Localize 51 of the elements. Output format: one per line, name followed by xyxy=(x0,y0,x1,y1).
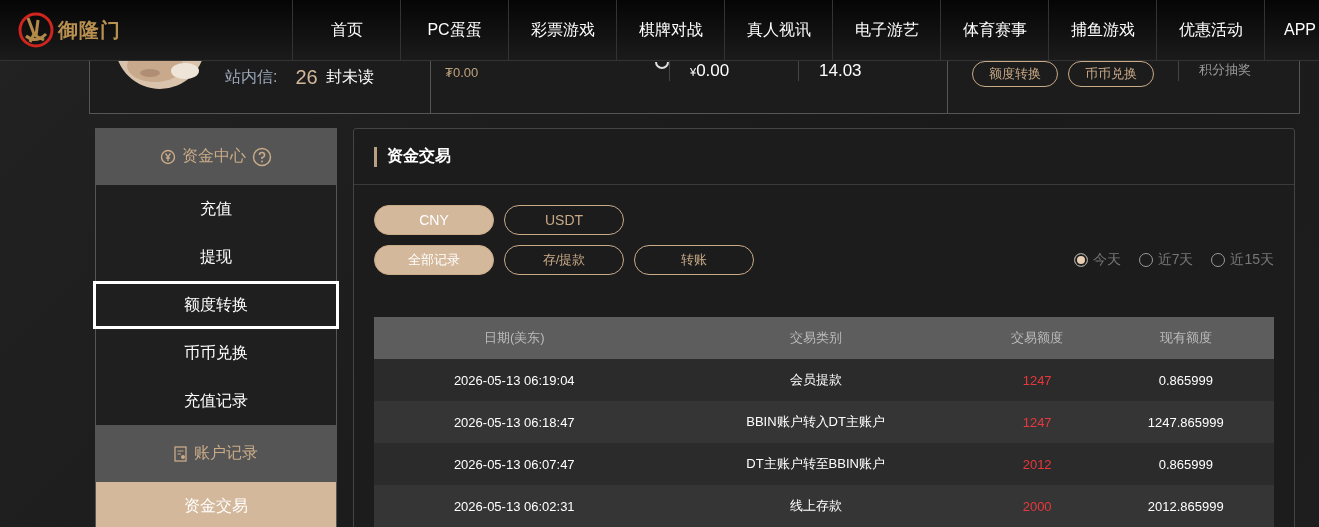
column-header: 交易类别 xyxy=(654,317,977,359)
sidebar-item[interactable]: 额度转换 xyxy=(93,281,339,329)
nav-link[interactable]: PC蛋蛋 xyxy=(400,0,508,60)
cny-balance: ¥0.00 xyxy=(690,61,730,80)
section-title: 账户记录 xyxy=(194,443,258,463)
points-value: 14.03 xyxy=(819,61,862,80)
help-icon[interactable] xyxy=(252,146,272,167)
unread-label: 封未读 xyxy=(325,67,374,87)
column-header: 现有额度 xyxy=(1097,317,1274,359)
refresh-icon[interactable] xyxy=(655,61,669,69)
period-label: 近15天 xyxy=(1230,251,1274,269)
nav-link[interactable]: 首页 xyxy=(292,0,400,60)
column-header: 日期(美东) xyxy=(374,317,655,359)
table-cell: 1247 xyxy=(976,359,1098,401)
table-cell: 2026-05-13 06:19:04 xyxy=(374,359,655,401)
nav-link[interactable]: 捕鱼游戏 xyxy=(1048,0,1156,60)
table-cell: 2026-05-13 06:07:47 xyxy=(374,443,655,485)
table-cell: 会员提款 xyxy=(654,359,977,401)
section-title: 资金中心 xyxy=(182,146,246,166)
period-label: 近7天 xyxy=(1157,251,1194,269)
nav-link[interactable]: 体育赛事 xyxy=(940,0,1048,60)
table-cell: 2012.865999 xyxy=(1097,485,1274,527)
lottery-link[interactable]: 积分抽奖 xyxy=(1199,61,1251,79)
nav-link[interactable]: APP xyxy=(1264,0,1319,60)
table-cell: 0.865999 xyxy=(1097,443,1274,485)
radio-button[interactable] xyxy=(1073,253,1088,267)
table-cell: 1247.865999 xyxy=(1097,401,1274,443)
unread-count: 26 xyxy=(295,66,318,89)
table-cell: 2026-05-13 06:18:47 xyxy=(374,401,655,443)
table-cell: BBIN账户转入DT主账户 xyxy=(654,401,977,443)
yen-coin-icon xyxy=(160,148,176,165)
nav-link[interactable]: 棋牌对战 xyxy=(616,0,724,60)
dragon-logo-icon xyxy=(16,10,56,50)
nav-link[interactable]: 电子游艺 xyxy=(832,0,940,60)
nav-link[interactable]: 真人视讯 xyxy=(724,0,832,60)
table-cell: DT主账户转至BBIN账户 xyxy=(654,443,977,485)
document-icon xyxy=(174,445,188,462)
period-label: 今天 xyxy=(1092,251,1121,269)
panel-title: 资金交易 xyxy=(387,146,451,166)
nav-link[interactable]: 优惠活动 xyxy=(1156,0,1264,60)
column-header: 交易额度 xyxy=(976,317,1098,359)
usdt-balance: ₮0.00 xyxy=(445,65,480,82)
table-cell: 1247 xyxy=(976,401,1098,443)
table-cell: 0.865999 xyxy=(1097,359,1274,401)
brand-name: 御隆门 xyxy=(58,17,121,43)
inbox-label: 站内信: xyxy=(225,67,278,87)
table-cell: 2000 xyxy=(976,485,1098,527)
table-cell: 2012 xyxy=(976,443,1098,485)
nav-link[interactable]: 彩票游戏 xyxy=(508,0,616,60)
table-cell: 2026-05-13 06:02:31 xyxy=(374,485,655,527)
table-cell: 线上存款 xyxy=(654,485,977,527)
